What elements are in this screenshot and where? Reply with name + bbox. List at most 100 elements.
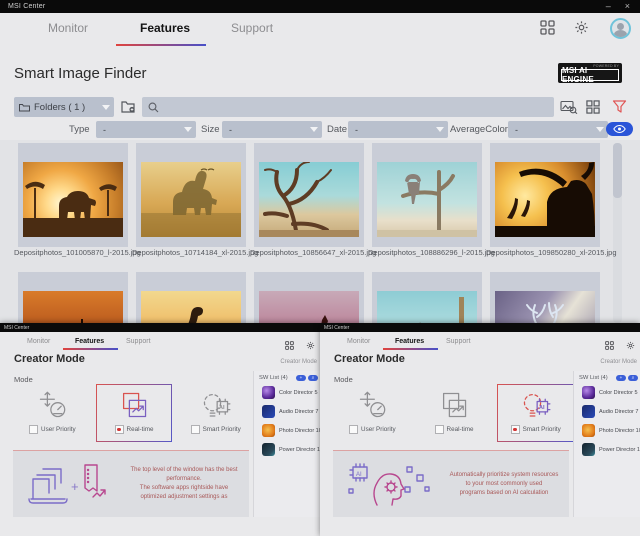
mode-option-label: User Priority — [41, 426, 76, 433]
user-priority-icon — [37, 390, 67, 420]
tab-monitor[interactable]: Monitor — [27, 338, 50, 345]
mode-checkbox[interactable] — [349, 425, 358, 434]
apps-grid-icon[interactable] — [605, 337, 614, 355]
tab-support[interactable]: Support — [446, 338, 471, 345]
filter-size-label: Size — [201, 124, 219, 135]
tab-features[interactable]: Features — [140, 21, 190, 35]
tab-support[interactable]: Support — [231, 21, 273, 35]
windows-checklist-illustration: + — [27, 459, 119, 509]
titlebar[interactable]: MSI Center — [0, 323, 320, 332]
filter-funnel-icon[interactable] — [612, 99, 627, 119]
mode-real-time-selected[interactable]: Real-time — [96, 384, 173, 442]
mode-options: User Priority Real-time AI Smart Priorit… — [334, 384, 574, 442]
apps-grid-icon[interactable] — [285, 337, 294, 355]
add-software-button[interactable]: + — [616, 375, 626, 381]
eye-icon — [613, 125, 626, 133]
settings-gear-icon[interactable] — [306, 337, 315, 355]
ai-chip-text: AI — [219, 405, 225, 411]
sw-list-item[interactable]: Color Director 5 — [254, 383, 320, 402]
minimize-button[interactable]: – — [606, 2, 611, 11]
mode-user-priority[interactable]: User Priority — [14, 384, 91, 442]
folders-dropdown-value: Folders ( 1 ) — [34, 102, 85, 113]
tab-features[interactable]: Features — [75, 338, 104, 345]
mode-real-time[interactable]: Real-time — [416, 384, 493, 442]
real-time-icon — [439, 390, 469, 420]
filter-size-value: - — [229, 125, 232, 135]
mode-user-priority[interactable]: User Priority — [334, 384, 411, 442]
tab-monitor[interactable]: Monitor — [48, 21, 88, 35]
filter-color-dropdown[interactable]: - — [508, 121, 608, 138]
tab-features[interactable]: Features — [395, 338, 424, 345]
mode-options: User Priority Real-time AI Smart Priorit… — [14, 384, 254, 442]
sw-list-item[interactable]: Audio Director 7 — [574, 402, 640, 421]
apps-grid-icon[interactable] — [540, 20, 555, 40]
photo-thumbnail[interactable] — [490, 143, 600, 247]
photo-thumbnail[interactable] — [372, 143, 482, 247]
sw-list-item[interactable]: Photo Director 10 — [574, 421, 640, 440]
filter-color-label: AverageColor — [450, 124, 508, 135]
filter-size-dropdown[interactable]: - — [222, 121, 322, 138]
sw-list-item[interactable]: Power Director 17 — [574, 440, 640, 459]
add-folder-icon[interactable] — [121, 100, 136, 118]
chevron-down-icon — [102, 105, 110, 110]
search-software-button[interactable]: ⌕ — [308, 375, 318, 381]
photo-filename: Depositphotos_108886296_l-2015.jpg — [368, 248, 486, 257]
creator-mode-link[interactable]: Creator Mode — [280, 359, 317, 365]
mode-checkbox[interactable] — [191, 425, 200, 434]
sw-list-item[interactable]: Audio Director 7 — [254, 402, 320, 421]
filter-type-dropdown[interactable]: - — [96, 121, 196, 138]
photo-thumbnail[interactable] — [254, 143, 364, 247]
mode-smart-priority[interactable]: AI Smart Priority — [177, 384, 254, 442]
photo-filename: Depositphotos_109850280_xl-2015.jpg — [486, 248, 604, 257]
close-button[interactable]: × — [625, 2, 630, 11]
software-list-panel: SW List (4) + ⌕ Color Director 5 Audio D… — [253, 371, 320, 517]
mode-option-label: User Priority — [361, 426, 396, 433]
filter-date-label: Date — [327, 124, 347, 135]
scrollbar[interactable] — [613, 143, 622, 323]
mode-label: Mode — [334, 375, 353, 384]
folders-dropdown[interactable]: Folders ( 1 ) — [14, 97, 114, 117]
avatar-body-icon — [614, 30, 627, 39]
mode-description-panel: + The top level of the window has the be… — [13, 450, 249, 517]
photo-thumbnail[interactable] — [18, 143, 128, 247]
ai-engine-label: MSI AI ENGINE — [561, 69, 619, 81]
mode-checkbox[interactable] — [435, 425, 444, 434]
chevron-down-icon — [436, 127, 444, 132]
sw-list-item[interactable]: Power Director 17 — [254, 440, 320, 459]
active-tab-underline — [116, 44, 206, 46]
user-avatar[interactable] — [610, 18, 631, 39]
chevron-down-icon — [310, 127, 318, 132]
creator-mode-link[interactable]: Creator Mode — [600, 359, 637, 365]
mode-checkbox[interactable] — [29, 425, 38, 434]
settings-gear-icon[interactable] — [574, 20, 589, 40]
tab-monitor[interactable]: Monitor — [347, 338, 370, 345]
add-software-button[interactable]: + — [296, 375, 306, 381]
color-director-icon — [262, 386, 275, 399]
scrollbar-thumb[interactable] — [613, 143, 622, 198]
search-software-button[interactable]: ⌕ — [628, 375, 638, 381]
description-line-1: Automatically prioritize system resource… — [447, 471, 561, 489]
titlebar[interactable]: MSI Center — [320, 323, 640, 332]
tab-support[interactable]: Support — [126, 338, 151, 345]
filter-date-dropdown[interactable]: - — [348, 121, 448, 138]
grid-view-icon[interactable] — [586, 100, 600, 119]
titlebar[interactable]: MSI Center – × — [0, 0, 640, 13]
image-search-icon[interactable] — [560, 100, 578, 119]
settings-gear-icon[interactable] — [626, 337, 635, 355]
mode-option-label: Real-time — [127, 426, 154, 433]
mode-smart-priority-selected[interactable]: AI Smart Priority — [497, 384, 574, 442]
smart-priority-icon: AI — [201, 390, 231, 420]
photo-filename: Depositphotos_10714184_xl-2015.jpg — [132, 248, 250, 257]
active-tab-underline — [383, 348, 438, 350]
mode-checkbox-selected[interactable] — [511, 425, 520, 434]
photo-filename: Depositphotos_10856647_xl-2015.jpg — [250, 248, 368, 257]
preview-eye-toggle[interactable] — [606, 122, 633, 136]
description-line-1: The top level of the window has the best… — [127, 466, 241, 484]
mode-checkbox-selected[interactable] — [115, 425, 124, 434]
sw-list-header: SW List (4) — [579, 375, 608, 381]
mode-label: Mode — [14, 375, 33, 384]
photo-thumbnail[interactable] — [136, 143, 246, 247]
sw-list-item[interactable]: Photo Director 10 — [254, 421, 320, 440]
sw-list-item[interactable]: Color Director 5 — [574, 383, 640, 402]
search-input[interactable] — [142, 97, 554, 117]
